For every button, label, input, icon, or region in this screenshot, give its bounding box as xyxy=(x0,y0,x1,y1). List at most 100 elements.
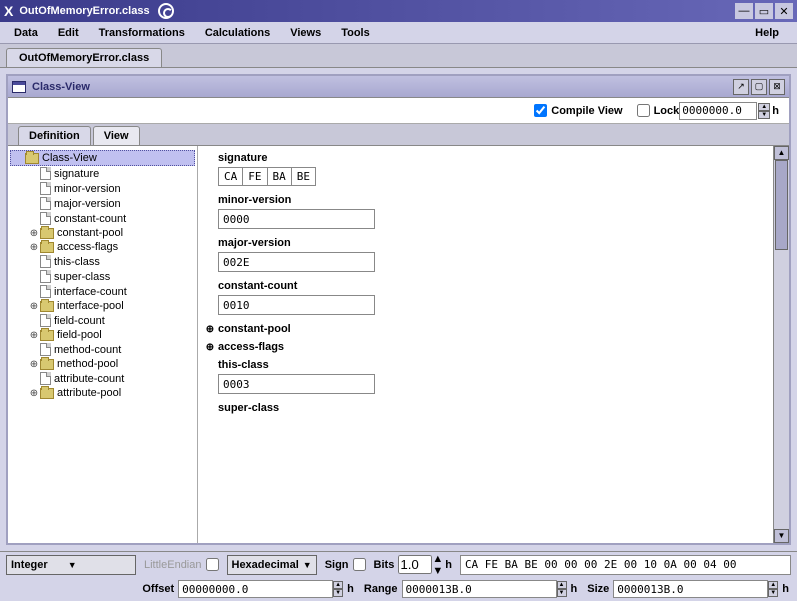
access-flags-label: access-flags xyxy=(218,341,284,353)
tree-item-attribute-count[interactable]: attribute-count xyxy=(10,371,195,386)
compile-view-checkbox[interactable] xyxy=(534,104,547,117)
tree-item-minor-version[interactable]: minor-version xyxy=(10,181,195,196)
sig-byte-3[interactable]: BE xyxy=(291,167,316,186)
folder-icon xyxy=(40,242,54,253)
menu-edit[interactable]: Edit xyxy=(50,25,87,41)
dropdown-icon: ▼ xyxy=(68,560,77,570)
lock-checkbox[interactable] xyxy=(637,104,650,117)
format-combo[interactable]: Hexadecimal ▼ xyxy=(227,555,317,575)
tree-item-label: major-version xyxy=(54,198,121,210)
vertical-scrollbar[interactable]: ▲ ▼ xyxy=(773,146,789,543)
minimize-button[interactable]: — xyxy=(735,3,753,19)
status-bar-1: Integer ▼ LittleEndian Hexadecimal ▼ Sig… xyxy=(0,551,797,577)
sig-byte-0[interactable]: CA xyxy=(218,167,242,186)
size-spinner[interactable]: ▲▼ xyxy=(768,581,778,597)
range-input[interactable] xyxy=(402,580,557,598)
expand-icon[interactable]: ⊕ xyxy=(204,324,216,335)
tab-definition[interactable]: Definition xyxy=(18,126,91,145)
tree-item-method-count[interactable]: method-count xyxy=(10,342,195,357)
maximize-button[interactable]: ▭ xyxy=(755,3,773,19)
tree-item-label: method-count xyxy=(54,344,121,356)
tree-item-label: field-count xyxy=(54,315,105,327)
expand-icon[interactable]: ⊕ xyxy=(28,359,40,370)
endian-checkbox[interactable] xyxy=(206,558,219,571)
tree-item-major-version[interactable]: major-version xyxy=(10,196,195,211)
tree-item-interface-pool[interactable]: ⊕ interface-pool xyxy=(10,299,195,313)
tree-item-super-class[interactable]: super-class xyxy=(10,269,195,284)
tree-item-label: this-class xyxy=(54,256,100,268)
menu-calculations[interactable]: Calculations xyxy=(197,25,278,41)
expand-icon[interactable]: ⊕ xyxy=(28,301,40,312)
tree-pane[interactable]: Class-View signatureminor-version major-v… xyxy=(8,146,198,543)
scroll-up-icon[interactable]: ▲ xyxy=(774,146,789,160)
offset-h: h xyxy=(347,583,354,595)
tree-item-field-pool[interactable]: ⊕field-pool xyxy=(10,328,195,342)
sig-byte-1[interactable]: FE xyxy=(242,167,266,186)
filetab[interactable]: OutOfMemoryError.class xyxy=(6,48,162,67)
this-class-input[interactable] xyxy=(218,374,375,394)
expand-icon[interactable]: ⊕ xyxy=(204,342,216,353)
panel-detach-button[interactable]: ↗ xyxy=(733,79,749,95)
menu-data[interactable]: Data xyxy=(6,25,46,41)
lock-spinner[interactable]: ▲▼ xyxy=(758,103,770,119)
file-icon xyxy=(40,343,51,356)
scroll-down-icon[interactable]: ▼ xyxy=(774,529,789,543)
tree-item-field-count[interactable]: field-count xyxy=(10,313,195,328)
size-input[interactable] xyxy=(613,580,768,598)
app-x-icon: X xyxy=(4,3,13,19)
field-major-label: major-version xyxy=(218,237,779,249)
offset-input[interactable] xyxy=(178,580,333,598)
minor-version-input[interactable] xyxy=(218,209,375,229)
major-version-input[interactable] xyxy=(218,252,375,272)
type-combo[interactable]: Integer ▼ xyxy=(6,555,136,575)
tree-item-constant-count[interactable]: constant-count xyxy=(10,211,195,226)
file-icon xyxy=(40,270,51,283)
scroll-thumb[interactable] xyxy=(775,160,788,250)
expand-icon[interactable]: ⊕ xyxy=(28,228,40,239)
tree-item-constant-pool[interactable]: ⊕ constant-pool xyxy=(10,226,195,240)
tab-view[interactable]: View xyxy=(93,126,140,145)
panel-maximize-button[interactable]: ▢ xyxy=(751,79,767,95)
panel-close-button[interactable]: ⊠ xyxy=(769,79,785,95)
menu-tools[interactable]: Tools xyxy=(333,25,378,41)
expand-icon[interactable]: ⊕ xyxy=(28,388,40,399)
hex-dump-line[interactable]: CA FE BA BE 00 00 00 2E 00 10 0A 00 04 0… xyxy=(460,555,791,575)
menu-help[interactable]: Help xyxy=(747,25,787,41)
bits-spinner[interactable]: ▲▼ xyxy=(432,553,443,577)
tab-row: Definition View xyxy=(8,124,789,146)
tree-item-access-flags[interactable]: ⊕ access-flags xyxy=(10,240,195,254)
tree-root-label: Class-View xyxy=(42,152,97,164)
compile-view-label: Compile View xyxy=(551,105,622,117)
bits-label: Bits xyxy=(374,559,395,571)
constant-count-input[interactable] xyxy=(218,295,375,315)
tree-item-this-class[interactable]: this-class xyxy=(10,254,195,269)
folder-icon xyxy=(40,330,54,341)
folder-icon xyxy=(40,388,54,399)
tree-item-label: constant-pool xyxy=(57,227,123,239)
tree-item-label: access-flags xyxy=(57,241,118,253)
lock-value-input[interactable] xyxy=(679,102,757,120)
tree-root[interactable]: Class-View xyxy=(10,150,195,166)
expand-icon[interactable]: ⊕ xyxy=(28,330,40,341)
tree-item-signature[interactable]: signature xyxy=(10,166,195,181)
sig-byte-2[interactable]: BA xyxy=(267,167,291,186)
close-button[interactable]: ✕ xyxy=(775,3,793,19)
field-this-class-label: this-class xyxy=(218,359,779,371)
sign-checkbox[interactable] xyxy=(353,558,366,571)
tree-item-interface-count[interactable]: interface-count xyxy=(10,284,195,299)
tree-item-label: interface-pool xyxy=(57,300,124,312)
bits-input[interactable] xyxy=(398,555,432,574)
section-access-flags[interactable]: ⊕ access-flags xyxy=(204,341,779,353)
file-icon xyxy=(40,182,51,195)
compile-view-toggle[interactable]: Compile View xyxy=(534,104,622,117)
section-constant-pool[interactable]: ⊕ constant-pool xyxy=(204,323,779,335)
menu-transformations[interactable]: Transformations xyxy=(91,25,193,41)
expand-icon[interactable]: ⊕ xyxy=(28,242,40,253)
filetab-bar: OutOfMemoryError.class xyxy=(0,44,797,68)
tree-item-attribute-pool[interactable]: ⊕attribute-pool xyxy=(10,386,195,400)
range-spinner[interactable]: ▲▼ xyxy=(557,581,567,597)
menu-views[interactable]: Views xyxy=(282,25,329,41)
lock-toggle[interactable]: Lock xyxy=(637,104,680,117)
tree-item-method-pool[interactable]: ⊕method-pool xyxy=(10,357,195,371)
offset-spinner[interactable]: ▲▼ xyxy=(333,581,343,597)
